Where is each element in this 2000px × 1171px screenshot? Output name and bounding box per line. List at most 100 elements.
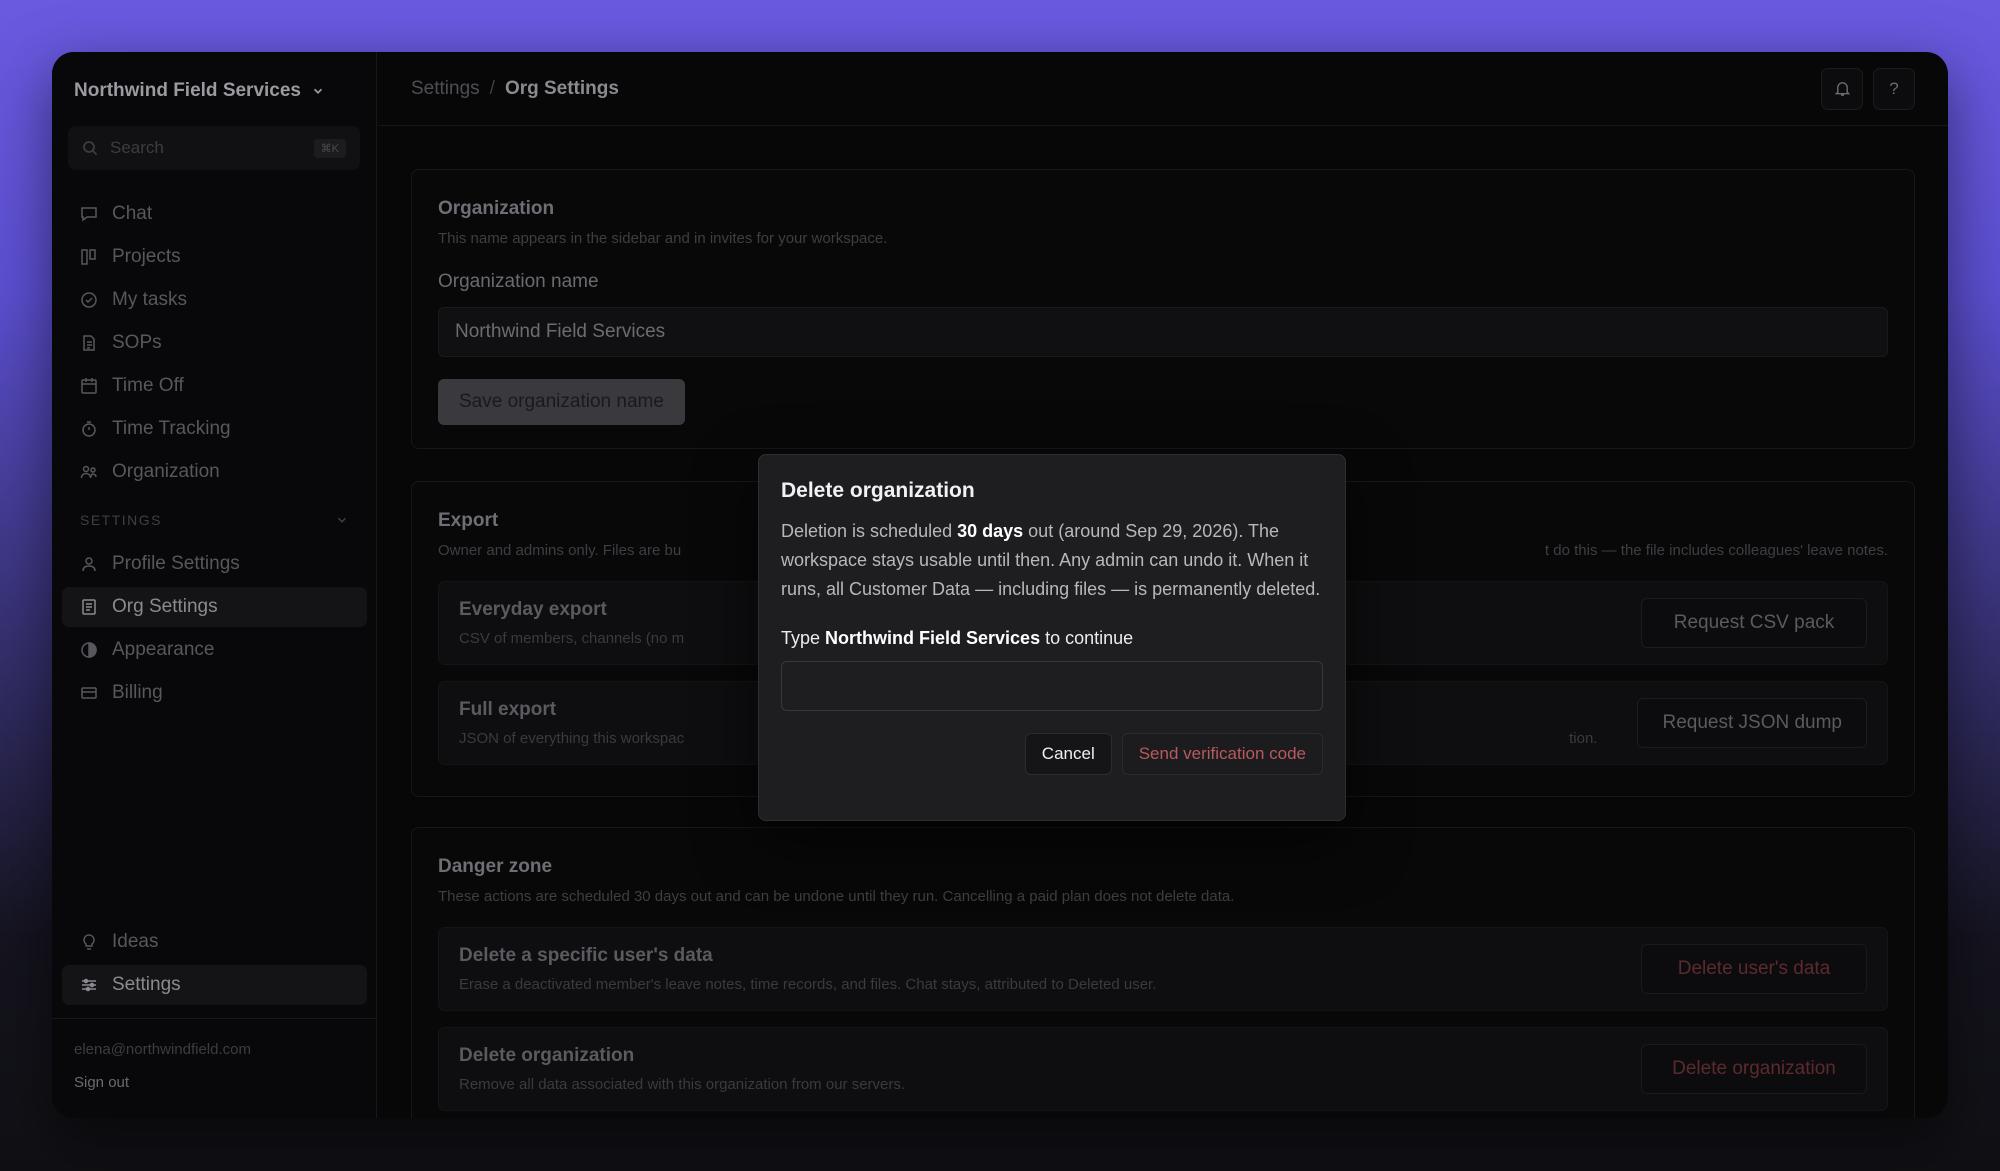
nav-item-label: Time Tracking: [112, 418, 231, 439]
check-circle-icon: [81, 292, 97, 308]
confirm-label-pre: Type: [781, 628, 826, 648]
main-nav: Chat Projects My tasks SOPs Time Off Tim…: [62, 194, 367, 716]
sign-out-link[interactable]: Sign out: [74, 1074, 354, 1091]
row-description: Erase a deactivated member's leave notes…: [459, 976, 1157, 993]
delete-user-data-button[interactable]: Delete user's data: [1641, 944, 1867, 994]
row-description-left: JSON of everything this workspac: [459, 730, 685, 747]
nav-item-label: Chat: [112, 203, 153, 224]
nav-item-sops[interactable]: SOPs: [62, 323, 367, 363]
request-json-button[interactable]: Request JSON dump: [1637, 698, 1867, 748]
card-description: These actions are scheduled 30 days out …: [438, 888, 1235, 905]
confirm-name-input[interactable]: [781, 661, 1323, 711]
list-document-icon: [82, 599, 96, 615]
search-input[interactable]: Search ⌘K: [68, 126, 360, 170]
nav-item-time-tracking[interactable]: Time Tracking: [62, 409, 367, 449]
description-right: t do this — the file includes colleagues…: [1544, 542, 1888, 559]
nav-item-appearance[interactable]: Appearance: [62, 630, 367, 670]
org-switcher[interactable]: Northwind Field Services: [74, 80, 325, 102]
chevron-down-icon: [313, 88, 323, 94]
nav-item-org-settings[interactable]: Org Settings: [62, 587, 367, 627]
settings-section-toggle[interactable]: SETTINGS: [62, 500, 367, 540]
body-text-bold: 30 days: [957, 521, 1024, 541]
nav-item-label: Ideas: [112, 931, 159, 952]
cancel-button[interactable]: Cancel: [1024, 733, 1112, 775]
danger-row-delete-org: Delete organization Remove all data asso…: [438, 1027, 1888, 1111]
bottom-nav: Ideas Settings: [62, 922, 367, 1008]
breadcrumb-current: Org Settings: [504, 77, 619, 99]
nav-item-organization[interactable]: Organization: [62, 452, 367, 492]
sliders-icon: [82, 978, 96, 992]
nav-item-projects[interactable]: Projects: [62, 237, 367, 277]
calendar-icon: [81, 378, 97, 394]
nav-item-profile-settings[interactable]: Profile Settings: [62, 544, 367, 584]
kanban-icon: [81, 249, 96, 265]
topbar: Settings / Org Settings ?: [378, 52, 1948, 126]
notifications-button[interactable]: [1821, 67, 1863, 110]
row-description: Remove all data associated with this org…: [459, 1076, 906, 1093]
chat-icon: [81, 207, 97, 222]
organization-card: Organization This name appears in the si…: [411, 169, 1915, 449]
nav-item-ideas[interactable]: Ideas: [62, 922, 367, 962]
send-verification-code-button[interactable]: Send verification code: [1121, 733, 1323, 775]
nav-item-time-off[interactable]: Time Off: [62, 366, 367, 406]
nav-item-label: Projects: [112, 246, 181, 267]
bell-icon: [1834, 82, 1850, 96]
app-window: Northwind Field Services Search ⌘K Chat …: [52, 52, 1948, 1118]
row-description-right: tion.: [1569, 730, 1598, 747]
nav-item-billing[interactable]: Billing: [62, 673, 367, 713]
delete-organization-dialog: Delete organization Deletion is schedule…: [758, 454, 1346, 821]
card-icon: [81, 687, 97, 699]
breadcrumb-separator: /: [489, 77, 495, 99]
stopwatch-icon: [82, 421, 96, 437]
search-shortcut: ⌘K: [313, 138, 346, 158]
card-description: This name appears in the sidebar and in …: [438, 230, 888, 247]
section-label: SETTINGS: [80, 512, 163, 528]
nav-item-label: Appearance: [112, 639, 215, 660]
help-button[interactable]: ?: [1873, 67, 1915, 110]
save-organization-name-button[interactable]: Save organization name: [438, 379, 685, 425]
chevron-down-icon: [337, 517, 347, 523]
confirm-label-name: Northwind Field Services: [825, 628, 1041, 648]
request-csv-button[interactable]: Request CSV pack: [1641, 598, 1867, 648]
organization-name-input[interactable]: Northwind Field Services: [438, 307, 1888, 357]
confirm-label-post: to continue: [1040, 628, 1134, 648]
card-title: Organization: [438, 198, 555, 219]
nav-item-label: Time Off: [112, 375, 184, 396]
search-placeholder: Search: [110, 138, 164, 157]
danger-row-user-data: Delete a specific user's data Erase a de…: [438, 927, 1888, 1011]
nav-item-settings[interactable]: Settings: [62, 965, 367, 1005]
nav-item-label: Billing: [112, 682, 163, 703]
sidebar: Northwind Field Services Search ⌘K Chat …: [52, 52, 377, 1118]
field-label: Organization name: [438, 271, 599, 292]
user-icon: [82, 557, 96, 572]
body-text-pre: Deletion is scheduled: [781, 521, 958, 541]
confirm-label: Type Northwind Field Services to continu…: [781, 628, 1323, 649]
delete-organization-button[interactable]: Delete organization: [1641, 1044, 1867, 1094]
nav-item-my-tasks[interactable]: My tasks: [62, 280, 367, 320]
breadcrumb-root[interactable]: Settings: [411, 78, 480, 100]
user-email: elena@northwindfield.com: [74, 1041, 251, 1058]
sidebar-footer: elena@northwindfield.com Sign out: [52, 1018, 376, 1118]
row-title: Delete a specific user's data: [459, 945, 713, 966]
dialog-title: Delete organization: [781, 479, 975, 502]
nav-item-label: Profile Settings: [112, 553, 240, 574]
dialog-actions: Cancel Send verification code: [781, 733, 1323, 775]
users-icon: [80, 465, 97, 479]
lightbulb-icon: [83, 934, 95, 950]
row-text: Delete a specific user's data Erase a de…: [459, 945, 1641, 993]
nav-item-label: Org Settings: [112, 596, 218, 617]
org-name: Northwind Field Services: [74, 80, 301, 101]
row-title: Delete organization: [459, 1045, 635, 1066]
row-text: Delete organization Remove all data asso…: [459, 1045, 1641, 1093]
dialog-body: Deletion is scheduled 30 days out (aroun…: [781, 517, 1323, 604]
description-left: Owner and admins only. Files are bu: [438, 542, 682, 559]
top-actions: ?: [1821, 67, 1915, 110]
nav-item-chat[interactable]: Chat: [62, 194, 367, 234]
card-title: Danger zone: [438, 856, 553, 877]
contrast-icon: [81, 642, 97, 658]
nav-item-label: SOPs: [112, 332, 162, 353]
nav-item-label: Organization: [112, 461, 220, 482]
search-icon: [83, 141, 98, 156]
nav-item-label: My tasks: [112, 289, 187, 310]
document-icon: [83, 335, 95, 351]
